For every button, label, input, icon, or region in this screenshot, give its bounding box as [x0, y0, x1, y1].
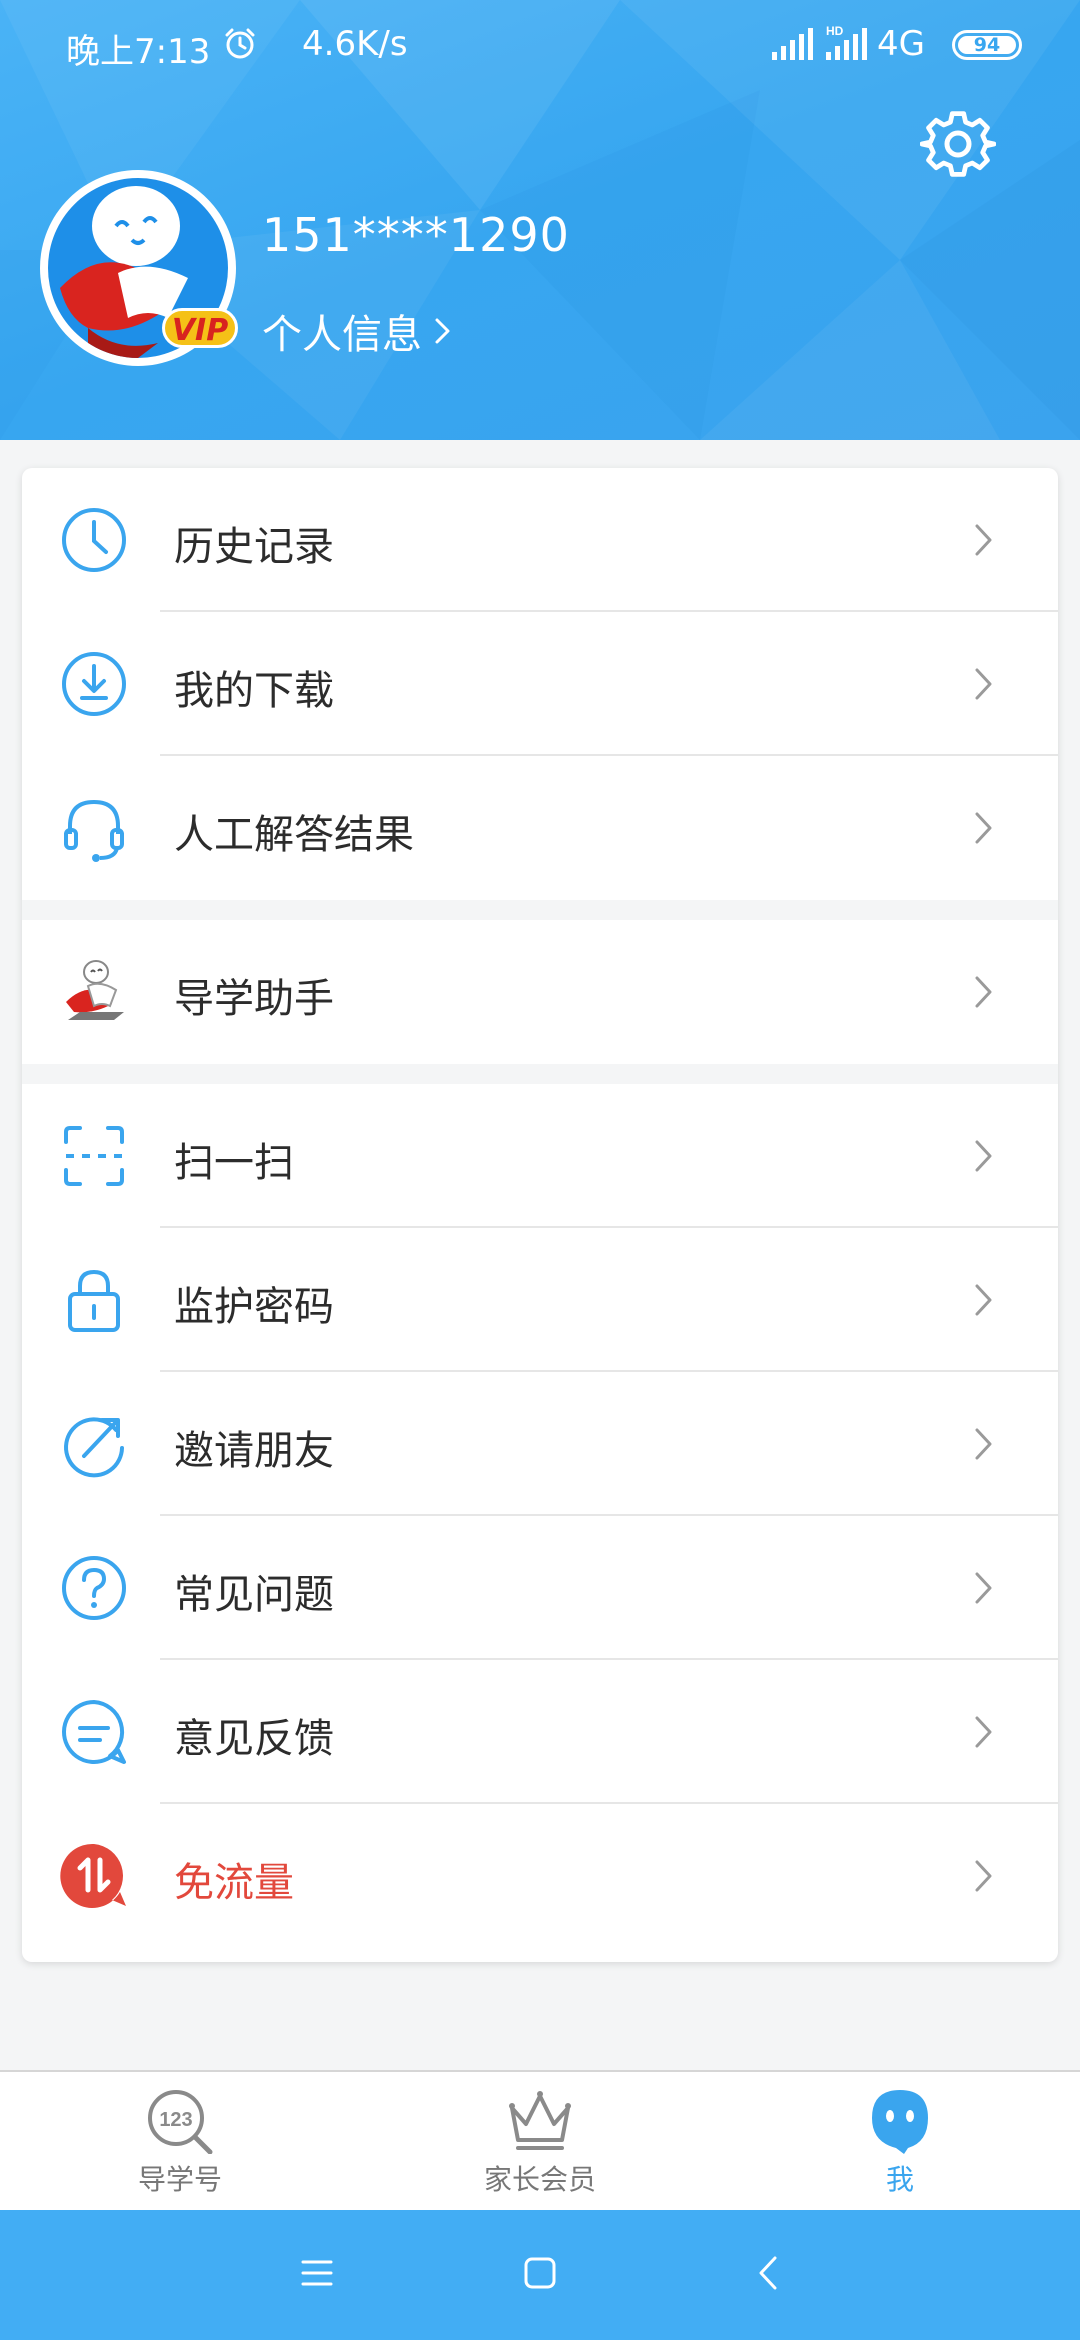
menu-item-label: 邀请朋友: [174, 1428, 334, 1474]
chevron-right-icon: [435, 318, 450, 344]
scan-icon: [64, 1126, 124, 1186]
menu-group-2: 导学助手: [22, 920, 1058, 1064]
group-separator: [22, 900, 1058, 920]
share-icon: [64, 1417, 124, 1478]
personal-info-label: 个人信息: [262, 312, 422, 358]
status-network: 4G: [877, 24, 925, 64]
tab-label: 我: [885, 2163, 914, 2196]
menu-item-label: 意见反馈: [174, 1716, 334, 1762]
svg-text:123: 123: [159, 2109, 192, 2131]
chevron-right-icon: [975, 1716, 992, 1748]
menu-item-label: 扫一扫: [174, 1140, 294, 1186]
menu-item-history[interactable]: 历史记录: [22, 468, 1058, 612]
chevron-right-icon: [975, 812, 992, 844]
chevron-right-icon: [975, 524, 992, 556]
tab-study-number[interactable]: 123 导学号: [80, 2086, 280, 2206]
menu-group-1: 历史记录 我的下载 人工解答结果: [22, 468, 1058, 900]
chevron-right-icon: [975, 1572, 992, 1604]
menu-item-label: 免流量: [174, 1860, 294, 1906]
menu-item-feedback[interactable]: 意见反馈: [22, 1660, 1058, 1804]
user-phone: 151****1290: [262, 208, 570, 262]
chat-icon: [62, 1700, 126, 1764]
group-separator: [22, 1064, 1058, 1084]
tab-label: 家长会员: [483, 2163, 596, 2196]
status-bar: 晚上7:13 4.6K/s HD 4G 94: [0, 0, 1080, 90]
chevron-right-icon: [975, 1284, 992, 1316]
tab-parent-vip[interactable]: 家长会员: [440, 2086, 640, 2206]
system-nav-bar: [0, 2210, 1080, 2340]
tab-label: 导学号: [137, 2163, 222, 2196]
status-hd-label: HD: [826, 24, 844, 38]
tab-me[interactable]: 我: [800, 2086, 1000, 2206]
menu-item-label: 监护密码: [174, 1284, 334, 1330]
menu-item-label: 导学助手: [174, 976, 334, 1022]
personal-info-link[interactable]: 个人信息: [262, 302, 452, 360]
question-icon: [62, 1556, 126, 1620]
chevron-right-icon: [975, 1428, 992, 1460]
mascot-icon: [66, 960, 124, 1020]
menu-card: 历史记录 我的下载 人工解答结果 导学助手 扫一扫 监护密码 邀请朋友 常见问题…: [22, 468, 1058, 1962]
menu-item-scan[interactable]: 扫一扫: [22, 1084, 1058, 1228]
status-net-speed: 4.6K/s: [302, 24, 408, 64]
gear-icon[interactable]: [920, 106, 996, 182]
alarm-icon: [225, 28, 255, 59]
lock-icon: [68, 1269, 120, 1332]
signal-icon: [772, 28, 813, 60]
menu-item-faq[interactable]: 常见问题: [22, 1516, 1058, 1660]
menu-item-label: 人工解答结果: [174, 812, 414, 858]
signal-hd-icon: HD: [826, 24, 867, 60]
menu-item-manual-answers[interactable]: 人工解答结果: [22, 756, 1058, 900]
menu-item-label: 我的下载: [174, 668, 334, 714]
chevron-right-icon: [975, 668, 992, 700]
chevron-right-icon: [975, 976, 992, 1008]
menu-icon[interactable]: [300, 2256, 334, 2290]
menu-item-downloads[interactable]: 我的下载: [22, 612, 1058, 756]
menu-item-parental-password[interactable]: 监护密码: [22, 1228, 1058, 1372]
bottom-tab-bar: 123 导学号 家长会员 我: [0, 2070, 1080, 2210]
menu-group-3: 扫一扫 监护密码 邀请朋友 常见问题 意见反馈 免流量: [22, 1084, 1058, 1948]
magnifier-123-icon: 123: [148, 2090, 213, 2154]
headset-icon: [64, 799, 124, 862]
status-time: 晚上7:13: [66, 32, 211, 72]
data-transfer-icon: [60, 1843, 126, 1908]
battery-icon: 94: [952, 30, 1022, 60]
clock-icon: [62, 508, 126, 572]
avatar[interactable]: VIP: [40, 170, 238, 366]
battery-level: 94: [958, 36, 1016, 55]
profile-header: 晚上7:13 4.6K/s HD 4G 94 VIP 151****1290 个…: [0, 0, 1080, 440]
menu-item-label: 常见问题: [174, 1572, 334, 1618]
menu-item-label: 历史记录: [174, 524, 334, 570]
back-icon[interactable]: [756, 2254, 780, 2292]
chevron-right-icon: [975, 1860, 992, 1892]
chevron-right-icon: [975, 1140, 992, 1172]
vip-badge: VIP: [162, 308, 238, 348]
face-icon: [872, 2090, 928, 2154]
crown-icon: [509, 2091, 571, 2150]
menu-item-study-assistant[interactable]: 导学助手: [22, 920, 1058, 1064]
download-icon: [62, 652, 126, 716]
menu-item-free-data[interactable]: 免流量: [22, 1804, 1058, 1948]
menu-item-invite-friends[interactable]: 邀请朋友: [22, 1372, 1058, 1516]
home-icon[interactable]: [523, 2256, 557, 2290]
